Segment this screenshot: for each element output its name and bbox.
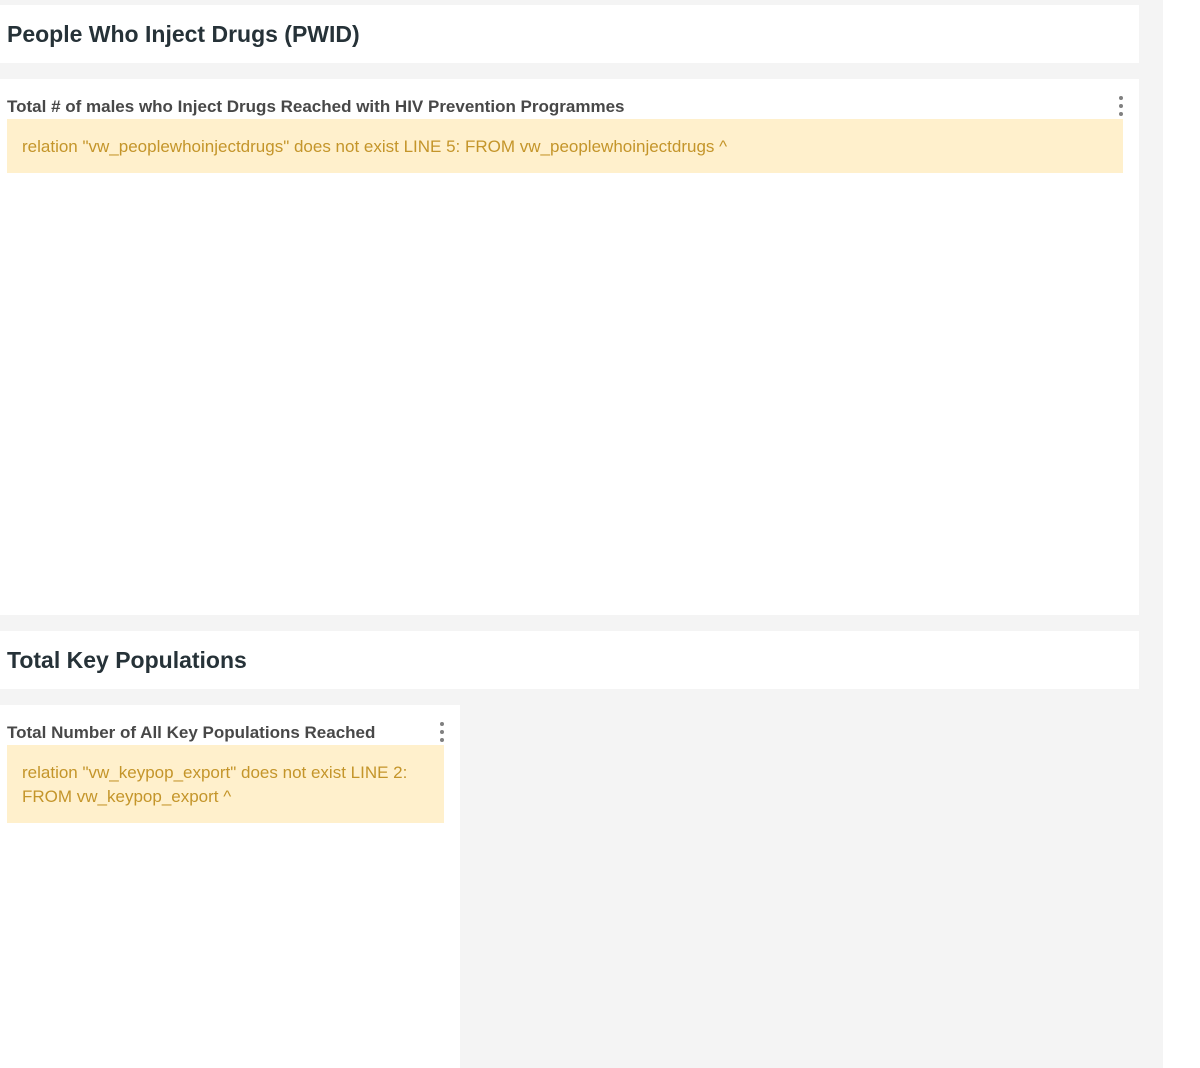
chart-title: Total Number of All Key Populations Reac… — [7, 723, 376, 742]
error-message: relation "vw_peoplewhoinjectdrugs" does … — [22, 137, 728, 156]
error-alert: relation "vw_peoplewhoinjectdrugs" does … — [7, 119, 1123, 173]
dashboard-canvas: People Who Inject Drugs (PWID) Total # o… — [0, 0, 1163, 1068]
chart-card-total-key-populations: Total Number of All Key Populations Reac… — [0, 705, 460, 1068]
section-header-pwid: People Who Inject Drugs (PWID) — [0, 5, 1139, 63]
more-vertical-icon[interactable] — [436, 722, 448, 742]
section-title: Total Key Populations — [7, 646, 247, 673]
error-alert: relation "vw_keypop_export" does not exi… — [7, 745, 444, 823]
section-header-total-key-populations: Total Key Populations — [0, 631, 1139, 689]
more-vertical-icon[interactable] — [1115, 96, 1127, 116]
chart-card-pwid-males: Total # of males who Inject Drugs Reache… — [0, 79, 1139, 615]
chart-title: Total # of males who Inject Drugs Reache… — [7, 97, 625, 116]
error-message: relation "vw_keypop_export" does not exi… — [22, 763, 408, 806]
section-title: People Who Inject Drugs (PWID) — [7, 20, 360, 47]
